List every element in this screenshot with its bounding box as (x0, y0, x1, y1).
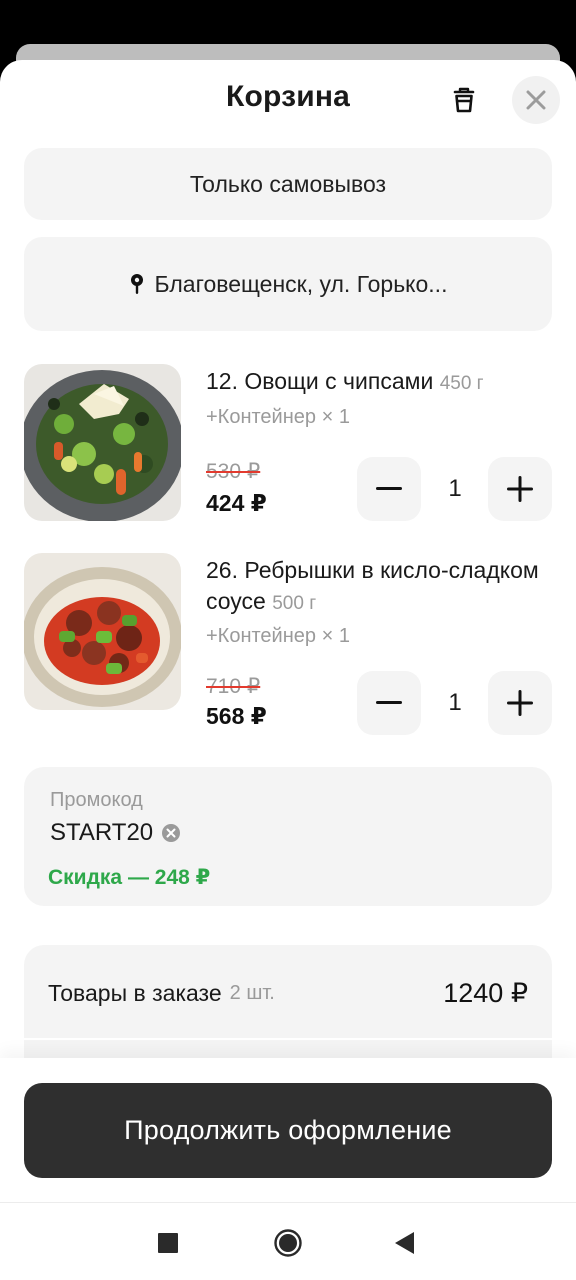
item-addon: +Контейнер × 1 (206, 406, 350, 428)
decrease-qty-button[interactable] (357, 457, 421, 521)
promo-code-block[interactable]: Промокод START20 Скидка — 248 ₽ (24, 767, 552, 906)
minus-icon (376, 487, 402, 490)
promo-discount: Скидка — 248 ₽ (48, 866, 211, 889)
page-title: Корзина (225, 80, 351, 113)
item-quantity: 1 (448, 689, 462, 716)
decrease-qty-button[interactable] (357, 671, 421, 735)
system-navigation-bar (0, 1202, 576, 1280)
cart-sheet: Корзина Только самовывоз Благовещенск, у… (0, 60, 576, 1280)
promo-code: START20 (50, 819, 181, 847)
square-icon (158, 1233, 178, 1253)
clear-cart-button[interactable] (446, 82, 482, 118)
cart-header: Корзина (0, 60, 576, 138)
location-pin-icon (130, 274, 143, 294)
item-addon: +Контейнер × 1 (206, 625, 350, 647)
continue-checkout-button[interactable]: Продолжить оформление (24, 1083, 552, 1178)
promo-code-value: START20 (50, 819, 154, 846)
item-name: 26. Ребрышки в кисло-сладком соусе 500 г (206, 557, 539, 614)
triangle-back-icon (395, 1232, 414, 1254)
item-name: 12. Овощи с чипсами 450 г (206, 368, 484, 394)
item-price: 424 ₽ (206, 490, 267, 516)
trash-icon (453, 87, 475, 113)
product-image[interactable] (24, 364, 181, 521)
item-old-price: 710 ₽ (206, 675, 261, 698)
summary-row-items: Товары в заказе 2 шт. 1240 ₽ (48, 973, 528, 1013)
item-weight: 500 г (272, 593, 317, 614)
close-button[interactable] (512, 76, 560, 124)
promo-label: Промокод (50, 789, 143, 811)
item-price: 568 ₽ (206, 703, 267, 729)
back-button[interactable] (384, 1223, 424, 1263)
clear-circle-icon[interactable] (161, 823, 181, 843)
address-text: Благовещенск, ул. Горько... (154, 270, 448, 297)
summary-divider (24, 1038, 552, 1040)
plus-icon (507, 476, 533, 502)
pickup-mode-label: Только самовывоз (189, 170, 387, 197)
increase-qty-button[interactable] (488, 457, 552, 521)
item-quantity: 1 (448, 475, 462, 502)
plus-icon (507, 690, 533, 716)
address-selector[interactable]: Благовещенск, ул. Горько... (24, 237, 552, 331)
items-count: 2 шт. (229, 981, 275, 1004)
item-weight: 450 г (439, 373, 484, 394)
close-icon (526, 90, 546, 110)
circle-icon (274, 1229, 302, 1257)
cart-item: 26. Ребрышки в кисло-сладком соусе 500 г… (24, 553, 552, 735)
items-label: Товары в заказе (48, 979, 222, 1006)
minus-icon (376, 701, 402, 704)
checkout-footer: Продолжить оформление (0, 1058, 576, 1202)
cart-item: 12. Овощи с чипсами 450 г +Контейнер × 1… (24, 364, 552, 534)
recents-button[interactable] (148, 1223, 188, 1263)
product-image[interactable] (24, 553, 181, 710)
increase-qty-button[interactable] (488, 671, 552, 735)
item-old-price: 530 ₽ (206, 460, 261, 483)
pickup-mode-button[interactable]: Только самовывоз (24, 148, 552, 220)
items-total: 1240 ₽ (443, 977, 528, 1008)
home-button[interactable] (268, 1223, 308, 1263)
